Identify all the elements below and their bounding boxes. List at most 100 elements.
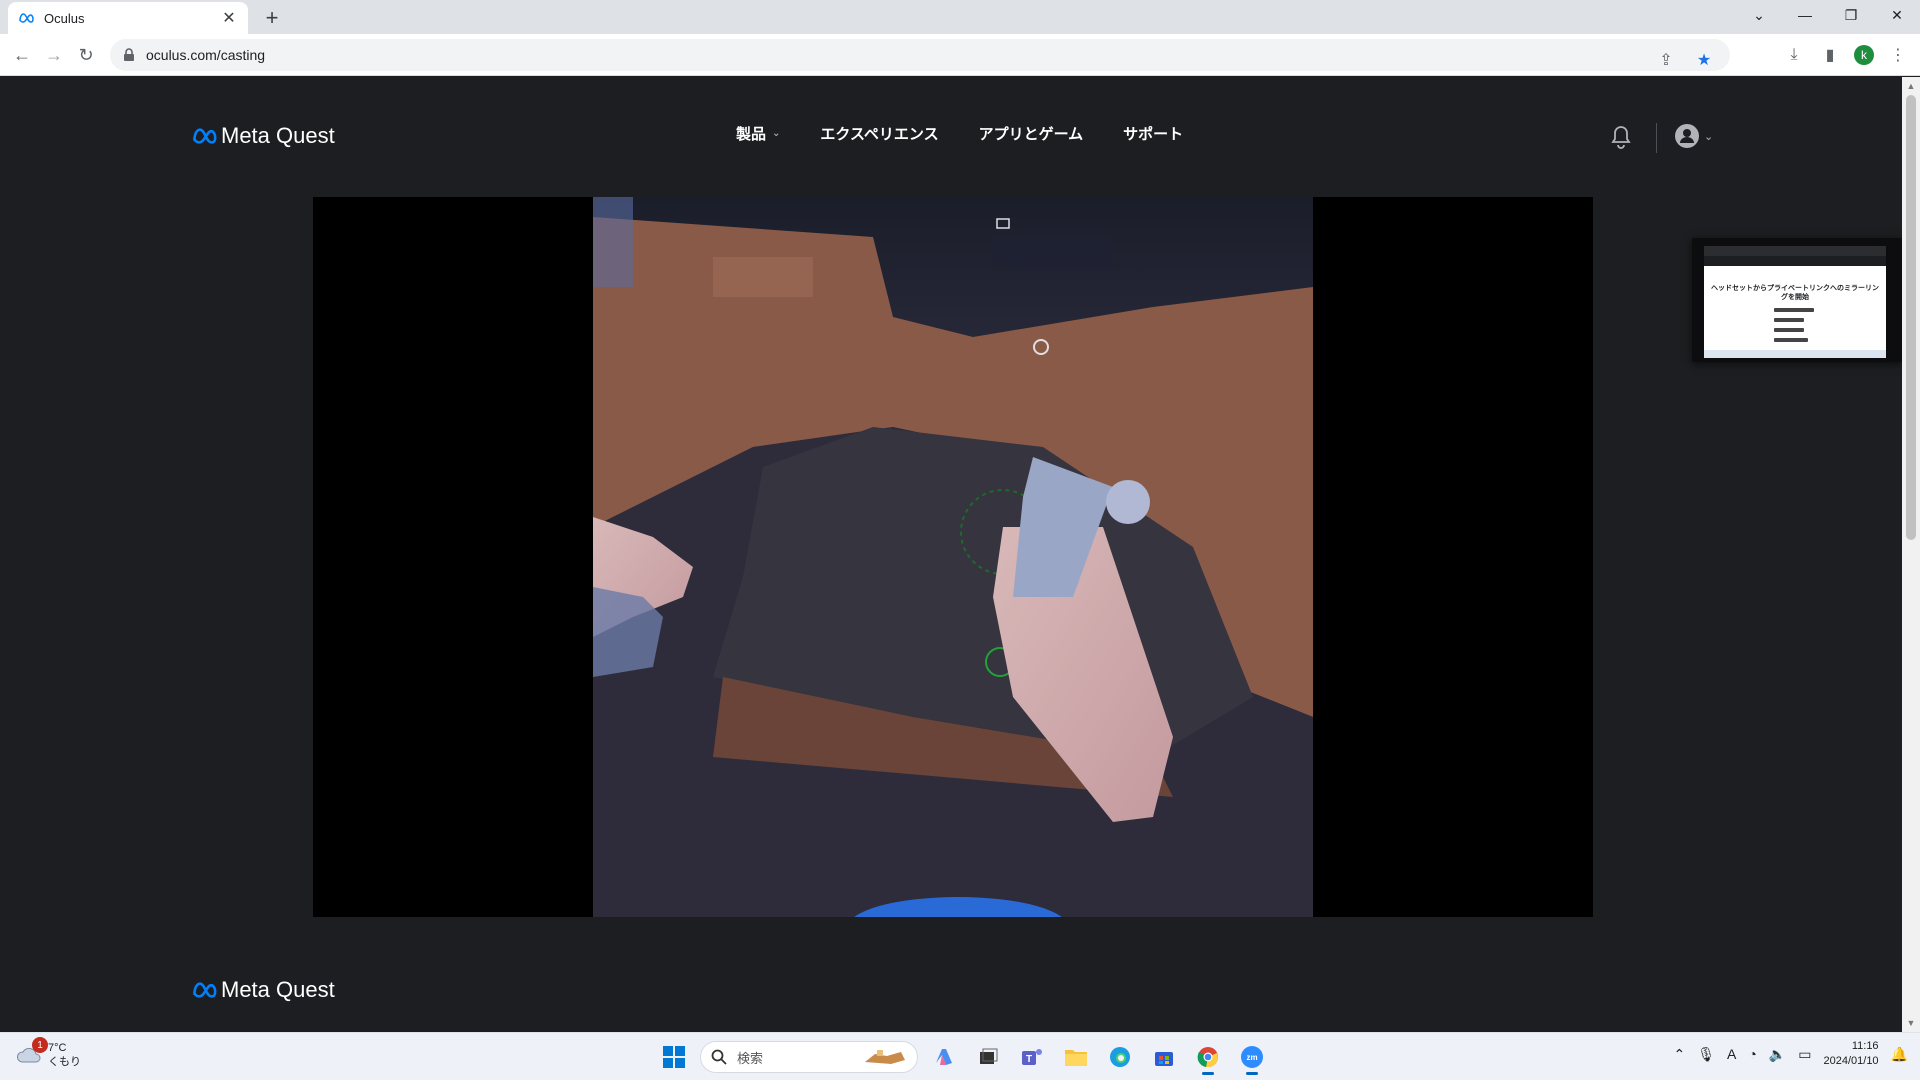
profile-avatar[interactable]: k	[1854, 45, 1874, 65]
task-view-icon	[980, 1048, 998, 1064]
side-panel-icon[interactable]: ▮	[1818, 41, 1842, 69]
weather-badge: 1	[32, 1037, 48, 1053]
start-button[interactable]	[656, 1039, 692, 1075]
back-button[interactable]: ←	[8, 41, 36, 69]
nav-item-support[interactable]: サポート	[1123, 123, 1183, 144]
chevron-down-icon: ⌄	[1704, 130, 1714, 143]
chrome-menu-icon[interactable]: ⋮	[1886, 41, 1910, 69]
ime-indicator[interactable]: A	[1727, 1046, 1736, 1062]
address-bar[interactable]: oculus.com/casting ⇪ ★	[110, 39, 1730, 71]
copilot-app[interactable]	[926, 1039, 962, 1075]
browser-toolbar: ← → ↻ oculus.com/casting ⇪ ★ ⤓ ▮ k ⋮	[0, 34, 1920, 76]
tab-search-icon[interactable]: ⌄	[1736, 0, 1782, 30]
weather-condition: くもり	[48, 1056, 81, 1068]
meta-quest-logo[interactable]: Meta Quest	[191, 123, 335, 149]
zoom-icon: zm	[1241, 1046, 1263, 1068]
search-highlight-icon	[865, 1050, 905, 1064]
lock-icon	[124, 48, 134, 61]
wifi-icon[interactable]: ◔	[1748, 1046, 1756, 1062]
nav-label: エクスペリエンス	[820, 126, 939, 143]
folder-icon	[1065, 1050, 1087, 1066]
search-icon	[711, 1049, 727, 1065]
nav-item-products[interactable]: 製品 ⌄	[736, 123, 780, 144]
reload-button[interactable]: ↻	[72, 41, 100, 69]
teams-app[interactable]: T	[1014, 1039, 1050, 1075]
svg-text:zm: zm	[1246, 1053, 1257, 1062]
taskbar-search[interactable]: 検索	[700, 1041, 918, 1073]
microphone-icon[interactable]: 🎙	[1697, 1046, 1715, 1063]
clock-date: 2024/01/10	[1823, 1055, 1879, 1067]
meta-logo-icon	[193, 982, 217, 998]
tab-close-icon[interactable]: ✕	[220, 8, 238, 28]
casting-video-player[interactable]	[313, 197, 1593, 917]
header-divider	[1656, 123, 1657, 153]
vr-passthrough-image	[593, 197, 1313, 917]
share-icon[interactable]: ⇪	[1654, 46, 1678, 74]
thumbnail-line	[1774, 328, 1804, 332]
task-view-app[interactable]	[970, 1039, 1006, 1075]
chrome-app[interactable]	[1190, 1039, 1226, 1075]
search-placeholder: 検索	[737, 1050, 764, 1066]
user-account-icon	[1675, 124, 1699, 148]
store-icon	[1155, 1052, 1173, 1066]
thumbnail-title: ヘッドセットからプライベートリンクへのミラーリングを開始	[1711, 285, 1879, 301]
logo-text: Meta Quest	[221, 123, 335, 148]
preview-thumbnail[interactable]: ヘッドセットからプライベートリンクへのミラーリングを開始	[1692, 238, 1902, 362]
browser-tab[interactable]: Oculus ✕	[8, 2, 248, 34]
close-window-button[interactable]: ✕	[1874, 0, 1920, 30]
copilot-icon	[936, 1049, 952, 1065]
download-icon[interactable]: ⤓	[1782, 41, 1806, 69]
clock-time: 11:16	[1851, 1040, 1879, 1052]
page-scrollbar[interactable]: ▲ ▼	[1902, 77, 1920, 1032]
system-tray: ⌃ 🎙 A ◔ 🔈 ▭ 11:16 2024/01/10 🔔	[1674, 1039, 1909, 1069]
svg-text:T: T	[1026, 1054, 1032, 1065]
user-menu[interactable]: ⌄	[1674, 123, 1713, 149]
nav-item-experience[interactable]: エクスペリエンス	[820, 123, 938, 144]
restore-button[interactable]: ❐	[1828, 0, 1874, 30]
scroll-down-arrow-icon[interactable]: ▼	[1906, 1018, 1916, 1028]
thumbnail-line	[1774, 318, 1804, 322]
notification-bell-icon[interactable]	[1610, 125, 1632, 149]
meta-logo-icon	[193, 128, 217, 144]
bookmark-star-icon[interactable]: ★	[1692, 46, 1716, 74]
chevron-down-icon: ⌄	[772, 128, 781, 139]
thumbnail-browser-bar	[1704, 246, 1886, 256]
edge-icon	[1110, 1047, 1130, 1067]
minimize-button[interactable]: —	[1782, 0, 1828, 30]
main-nav: 製品 ⌄ エクスペリエンス アプリとゲーム サポート	[736, 123, 1183, 144]
nav-label: 製品	[736, 126, 767, 143]
windows-taskbar: 1 7°C くもり 検索 T zm ⌃ 🎙 A ◔ 🔈 ▭ 11:16 2024…	[0, 1032, 1920, 1080]
weather-temp: 7°C	[48, 1042, 67, 1054]
weather-widget[interactable]: 1 7°C くもり	[16, 1037, 81, 1069]
nav-item-apps-games[interactable]: アプリとゲーム	[979, 123, 1084, 144]
new-tab-button[interactable]: +	[258, 4, 286, 32]
tab-title: Oculus	[44, 10, 85, 26]
nav-label: アプリとゲーム	[978, 126, 1084, 143]
notification-bell-icon[interactable]: 🔔	[1891, 1046, 1908, 1063]
windows-logo-icon	[663, 1046, 685, 1068]
site-header: Meta Quest 製品 ⌄ エクスペリエンス アプリとゲーム サポート ⌄	[0, 77, 1902, 197]
page-content: Meta Quest 製品 ⌄ エクスペリエンス アプリとゲーム サポート ⌄	[0, 77, 1902, 1032]
browser-tab-bar: Oculus ✕ + ⌄ — ❐ ✕	[0, 0, 1920, 34]
chrome-icon	[1197, 1047, 1218, 1068]
edge-app[interactable]	[1102, 1039, 1138, 1075]
battery-icon[interactable]: ▭	[1798, 1046, 1811, 1063]
thumbnail-line	[1774, 308, 1814, 312]
forward-button[interactable]: →	[40, 41, 68, 69]
file-explorer-app[interactable]	[1058, 1039, 1094, 1075]
thumbnail-site-header	[1704, 256, 1886, 266]
chevron-up-icon[interactable]: ⌃	[1674, 1046, 1686, 1063]
scrollbar-thumb[interactable]	[1906, 95, 1916, 540]
zoom-app[interactable]: zm	[1234, 1039, 1270, 1075]
thumbnail-taskbar	[1704, 350, 1886, 358]
teams-icon: T	[1022, 1049, 1042, 1065]
footer-logo-text: Meta Quest	[221, 977, 335, 1002]
nav-label: サポート	[1123, 126, 1184, 143]
thumbnail-line	[1774, 338, 1808, 342]
store-app[interactable]	[1146, 1039, 1182, 1075]
speaker-icon[interactable]: 🔈	[1769, 1046, 1786, 1063]
clock[interactable]: 11:16 2024/01/10	[1824, 1039, 1879, 1069]
headset-video-stream	[593, 197, 1313, 917]
scroll-up-arrow-icon[interactable]: ▲	[1906, 81, 1916, 91]
footer-meta-quest-logo[interactable]: Meta Quest	[191, 977, 335, 1003]
